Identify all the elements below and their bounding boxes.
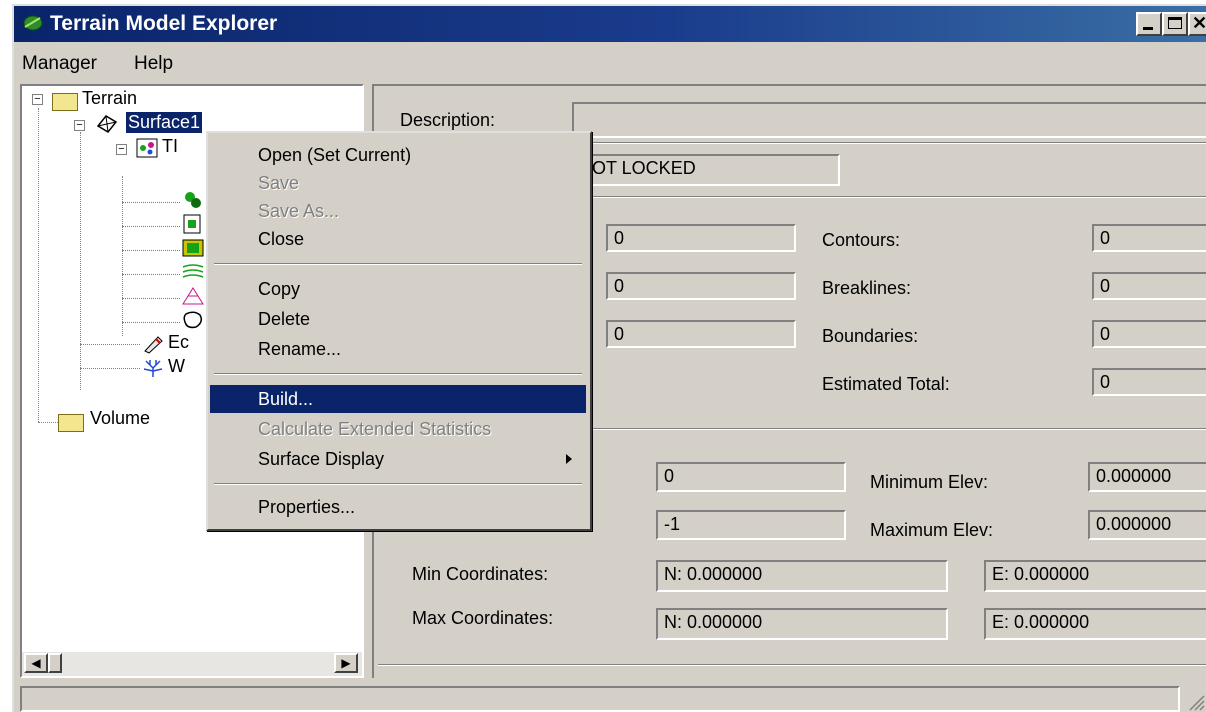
point-file-icon: [183, 214, 201, 234]
scroll-left-button[interactable]: ◀: [24, 653, 48, 673]
status-bar: [20, 686, 1180, 712]
submenu-arrow-icon: [566, 454, 572, 464]
menu-separator: [214, 373, 582, 375]
lock-status-field: OT LOCKED: [584, 154, 840, 186]
scroll-right-button[interactable]: ▶: [334, 653, 358, 673]
expand-surface1-toggle[interactable]: −: [74, 120, 85, 131]
menu-help[interactable]: Help: [134, 53, 173, 75]
stat-field-b: -1: [656, 510, 846, 540]
terrain-leaf-icon: [23, 15, 43, 31]
description-label: Description:: [400, 110, 496, 130]
menu-item-surface-display[interactable]: Surface Display: [210, 445, 586, 473]
tree-line: [80, 132, 81, 390]
breakline-data-icon: [182, 239, 204, 257]
stat-field-a: 0: [656, 462, 846, 492]
menu-item-delete[interactable]: Delete: [210, 305, 586, 333]
minimum-elev-field: 0.000000: [1088, 462, 1206, 492]
tree-node-watershed[interactable]: W: [168, 356, 185, 377]
menu-manager[interactable]: Manager: [22, 53, 97, 75]
minimize-button[interactable]: [1136, 12, 1162, 36]
left-arrow-icon: ◀: [31, 656, 41, 670]
description-field[interactable]: [572, 102, 1206, 138]
folder-icon: [52, 93, 78, 111]
menu-item-close[interactable]: Close: [210, 225, 586, 253]
tree-line: [122, 226, 180, 227]
watershed-icon: [143, 360, 163, 377]
group-divider: [378, 664, 1206, 666]
boundaries-field: 0: [1092, 320, 1206, 348]
menu-item-calculate-extended-statistics: Calculate Extended Statistics: [258, 419, 492, 439]
min-coordinates-n-field: N: 0.000000: [656, 560, 948, 592]
terrain-model-explorer-window: Terrain Model Explorer ✕ Manager Help − …: [12, 4, 1206, 712]
points-icon: [185, 192, 201, 208]
menu-item-rename[interactable]: Rename...: [210, 335, 586, 363]
expand-tin-toggle[interactable]: −: [116, 144, 127, 155]
context-menu: Open (Set Current) Save Save As... Close…: [206, 131, 592, 531]
tin-icon: [136, 138, 158, 158]
tree-line: [122, 250, 180, 251]
menu-item-save: Save: [258, 173, 300, 193]
menu-separator: [214, 483, 582, 485]
boundaries-label: Boundaries:: [822, 326, 919, 346]
title-bar[interactable]: Terrain Model Explorer ✕: [14, 6, 1206, 42]
menu-item-properties[interactable]: Properties...: [210, 493, 586, 521]
window-title: Terrain Model Explorer: [50, 12, 278, 35]
surface-display-label: Surface Display: [258, 449, 385, 469]
folder-icon: [58, 414, 84, 432]
menu-item-save-as: Save As...: [258, 201, 340, 221]
expand-terrain-toggle[interactable]: −: [32, 94, 43, 105]
count-field-2: 0: [606, 272, 796, 300]
maximize-icon: [1168, 17, 1182, 29]
maximum-elev-field: 0.000000: [1088, 510, 1206, 540]
menu-item-build[interactable]: Build...: [210, 385, 586, 413]
scroll-thumb[interactable]: [48, 653, 62, 673]
max-coordinates-n-field: N: 0.000000: [656, 608, 948, 640]
max-coordinates-label: Max Coordinates:: [412, 608, 554, 628]
close-icon: ✕: [1192, 13, 1206, 33]
tree-line: [122, 322, 180, 323]
tree-horizontal-scrollbar[interactable]: ◀ ▶: [22, 652, 362, 676]
menu-separator: [214, 263, 582, 265]
menu-item-copy[interactable]: Copy: [210, 275, 586, 303]
tree-line: [38, 422, 58, 423]
tree-line: [122, 202, 180, 203]
tree-node-surface1[interactable]: Surface1: [124, 111, 204, 134]
triangles-icon: [182, 287, 204, 305]
count-field-3: 0: [606, 320, 796, 348]
tree-node-edit[interactable]: Ec: [168, 332, 189, 353]
surface-mesh-icon: [96, 115, 118, 133]
tree-line: [122, 176, 123, 336]
maximum-elev-label: Maximum Elev:: [870, 520, 994, 540]
estimated-total-label: Estimated Total:: [822, 374, 950, 394]
contours-field: 0: [1092, 224, 1206, 252]
tree-node-terrain[interactable]: Terrain: [82, 88, 137, 109]
tree-line: [38, 108, 39, 422]
contours-icon: [182, 264, 204, 278]
right-arrow-icon: ▶: [341, 656, 351, 670]
max-coordinates-e-field: E: 0.000000: [984, 608, 1206, 640]
menu-item-open-set-current[interactable]: Open (Set Current): [210, 141, 586, 169]
tree-node-volume[interactable]: Volume: [90, 408, 150, 429]
minimize-icon: [1143, 27, 1153, 30]
tree-line: [80, 368, 140, 369]
menu-bar: Manager Help: [14, 48, 1206, 78]
tree-line: [122, 298, 180, 299]
count-field-1: 0: [606, 224, 796, 252]
tree-node-tin[interactable]: TI: [162, 136, 178, 157]
breaklines-field: 0: [1092, 272, 1206, 300]
maximize-button[interactable]: [1162, 12, 1188, 36]
boundary-icon: [183, 311, 203, 329]
tree-line: [122, 274, 180, 275]
breaklines-label: Breaklines:: [822, 278, 912, 298]
estimated-total-field: 0: [1092, 368, 1206, 396]
min-coordinates-e-field: E: 0.000000: [984, 560, 1206, 592]
min-coordinates-label: Min Coordinates:: [412, 564, 549, 584]
edit-pencil-icon: [144, 336, 163, 354]
minimum-elev-label: Minimum Elev:: [870, 472, 989, 492]
resize-grip-icon[interactable]: [1186, 692, 1206, 712]
tree-line: [80, 344, 140, 345]
close-window-button[interactable]: ✕: [1188, 12, 1206, 36]
contours-label: Contours:: [822, 230, 901, 250]
